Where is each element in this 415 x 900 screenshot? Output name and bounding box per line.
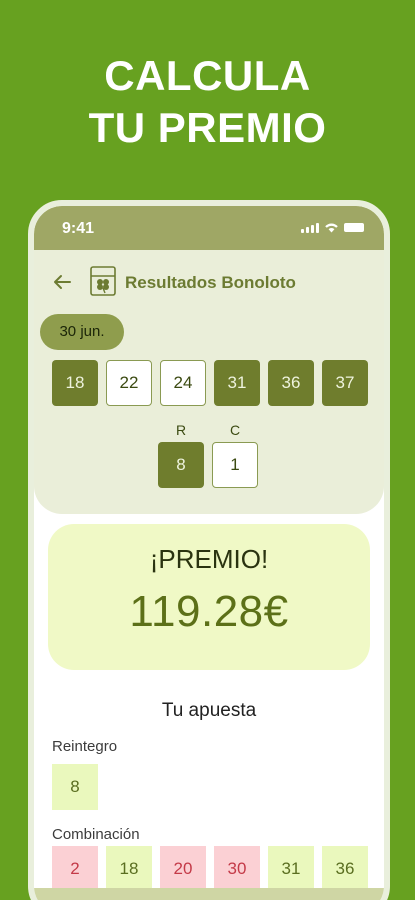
extra-numbers: 8 1 <box>158 442 258 488</box>
bottom-bar <box>34 888 384 900</box>
bet-number: 30 <box>214 846 260 892</box>
reintegro-label: Reintegro <box>52 738 118 755</box>
bet-number: 31 <box>268 846 314 892</box>
extra-labels: R C <box>158 422 258 438</box>
bet-reintegro-number: 8 <box>52 764 98 810</box>
complementario-number: 1 <box>212 442 258 488</box>
status-bar: 9:41 <box>34 206 384 250</box>
winning-number: 37 <box>322 360 368 406</box>
winning-number: 31 <box>214 360 260 406</box>
winning-number: 18 <box>52 360 98 406</box>
signal-icon <box>301 222 319 233</box>
winning-number: 36 <box>268 360 314 406</box>
app-bar: Resultados Bonoloto <box>34 264 384 304</box>
winning-numbers: 18 22 24 31 36 37 <box>52 360 368 406</box>
battery-icon <box>344 223 364 232</box>
headline-line-2: TU PREMIO <box>88 104 327 151</box>
promo-headline: CALCULA TU PREMIO <box>0 50 415 154</box>
back-arrow-icon[interactable] <box>50 270 74 294</box>
bet-number: 18 <box>106 846 152 892</box>
reintegro-header: R <box>175 422 187 438</box>
bet-title: Tu apuesta <box>161 700 257 721</box>
bet-reintegro-row: 8 <box>52 764 98 810</box>
combinacion-label: Combinación <box>52 826 140 843</box>
status-time: 9:41 <box>62 220 95 237</box>
bonoloto-logo-icon <box>90 266 116 296</box>
bet-number: 20 <box>160 846 206 892</box>
app-title: Resultados Bonoloto <box>125 273 296 292</box>
prize-amount: 119.28€ <box>129 587 289 636</box>
reintegro-number: 8 <box>158 442 204 488</box>
draw-date-chip[interactable]: 30 jun. <box>40 314 124 350</box>
status-icons <box>301 222 364 233</box>
headline-line-1: CALCULA <box>104 52 311 99</box>
prize-card: ¡PREMIO! 119.28€ <box>48 524 370 670</box>
bet-number: 36 <box>322 846 368 892</box>
complementario-header: C <box>229 422 241 438</box>
winning-number: 24 <box>160 360 206 406</box>
bet-number: 2 <box>52 846 98 892</box>
winning-number: 22 <box>106 360 152 406</box>
prize-label: ¡PREMIO! <box>149 544 269 574</box>
phone-frame: 9:41 Resultados Bonoloto 30 jun. 18 22 2… <box>28 200 390 900</box>
bet-combination-row: 2 18 20 30 31 36 <box>52 846 368 892</box>
wifi-icon <box>325 223 338 233</box>
results-card: 9:41 Resultados Bonoloto 30 jun. 18 22 2… <box>34 206 384 514</box>
